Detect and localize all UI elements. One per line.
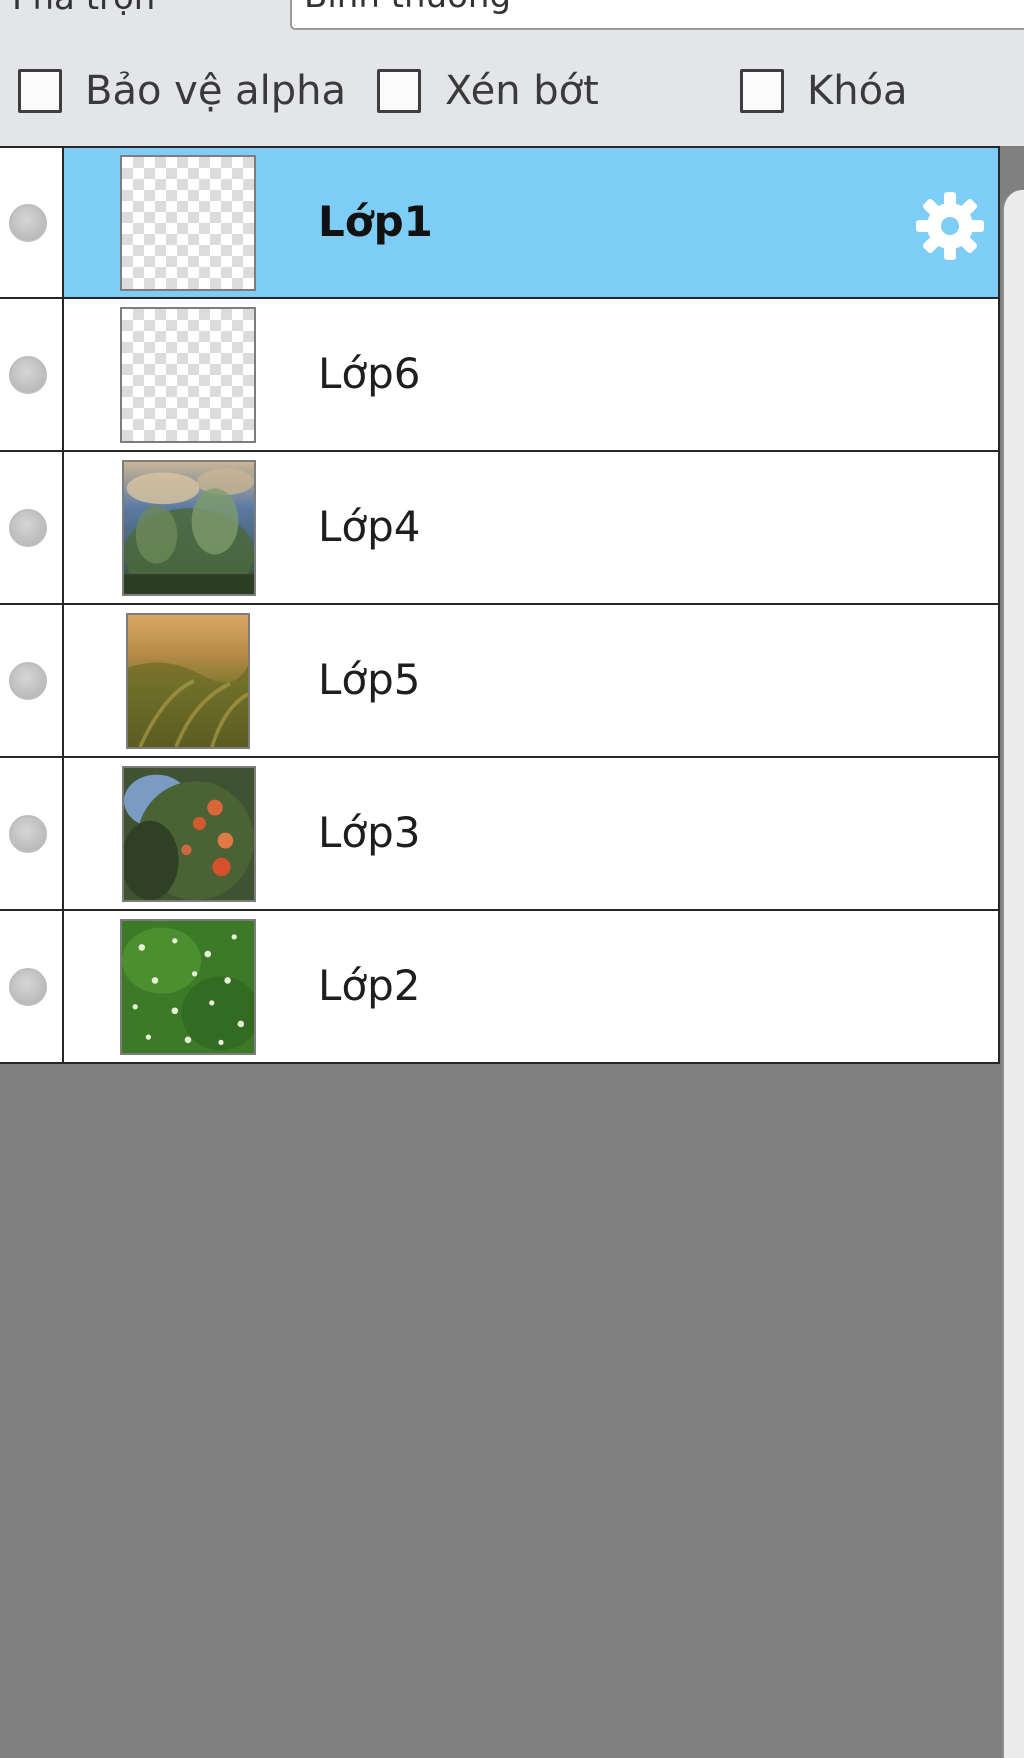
visibility-cell[interactable]: [0, 299, 64, 450]
layer-list: Lớp1 Lớp6 Lớp4 Lớp5 Lớp3 Lớp2: [0, 146, 1000, 1064]
layer-row[interactable]: Lớp4: [0, 452, 1000, 605]
visibility-cell[interactable]: [0, 452, 64, 603]
lock-label: Khóa: [807, 68, 908, 114]
lock-checkbox[interactable]: [740, 69, 784, 113]
gear-icon[interactable]: [912, 188, 988, 264]
layer-name: Lớp1: [318, 196, 433, 246]
layer-name: Lớp3: [318, 807, 421, 857]
lock-option[interactable]: Khóa: [735, 64, 915, 126]
visibility-cell[interactable]: [0, 758, 64, 909]
layer-thumbnail: [120, 306, 256, 443]
visibility-cell[interactable]: [0, 605, 64, 756]
layer-thumbnail: [120, 154, 256, 291]
layers-scrollbar[interactable]: [1002, 190, 1024, 1758]
layer-row[interactable]: Lớp2: [0, 911, 1000, 1064]
visibility-toggle-icon[interactable]: [9, 814, 47, 853]
layer-row[interactable]: Lớp3: [0, 758, 1000, 911]
layer-name: Lớp2: [318, 960, 421, 1010]
layer-thumbnail: [126, 612, 250, 749]
clip-label: Xén bớt: [445, 68, 599, 114]
protect-alpha-checkbox[interactable]: [18, 69, 62, 113]
layer-name: Lớp6: [318, 348, 421, 398]
visibility-toggle-icon[interactable]: [9, 355, 47, 394]
visibility-cell[interactable]: [0, 148, 64, 297]
visibility-toggle-icon[interactable]: [9, 508, 47, 547]
layer-thumbnail: [122, 459, 256, 596]
blend-mode-select[interactable]: Bình thường: [290, 0, 1024, 30]
layer-options-row: Bảo vệ alpha Xén bớt Khóa: [0, 64, 1024, 126]
visibility-toggle-icon[interactable]: [9, 203, 47, 242]
layer-name: Lớp4: [318, 501, 421, 551]
layers-panel: Lớp1 Lớp6 Lớp4 Lớp5 Lớp3 Lớp2: [0, 146, 1024, 1758]
blend-mode-label: Pha trộn: [12, 0, 155, 18]
layer-thumbnail: [122, 765, 256, 902]
visibility-cell[interactable]: [0, 911, 64, 1062]
visibility-toggle-icon[interactable]: [9, 967, 47, 1006]
layer-row[interactable]: Lớp5: [0, 605, 1000, 758]
visibility-toggle-icon[interactable]: [9, 661, 47, 700]
protect-alpha-label: Bảo vệ alpha: [85, 68, 347, 114]
clip-option[interactable]: Xén bớt: [370, 64, 600, 126]
layer-name: Lớp5: [318, 654, 421, 704]
clip-checkbox[interactable]: [377, 69, 421, 113]
layer-thumbnail: [120, 918, 256, 1055]
layer-row[interactable]: Lớp1: [0, 146, 1000, 299]
protect-alpha-option[interactable]: Bảo vệ alpha: [0, 64, 346, 126]
layer-row[interactable]: Lớp6: [0, 299, 1000, 452]
blend-mode-value: Bình thường: [304, 0, 511, 16]
blend-mode-row: Pha trộn Bình thường: [0, 0, 1024, 40]
